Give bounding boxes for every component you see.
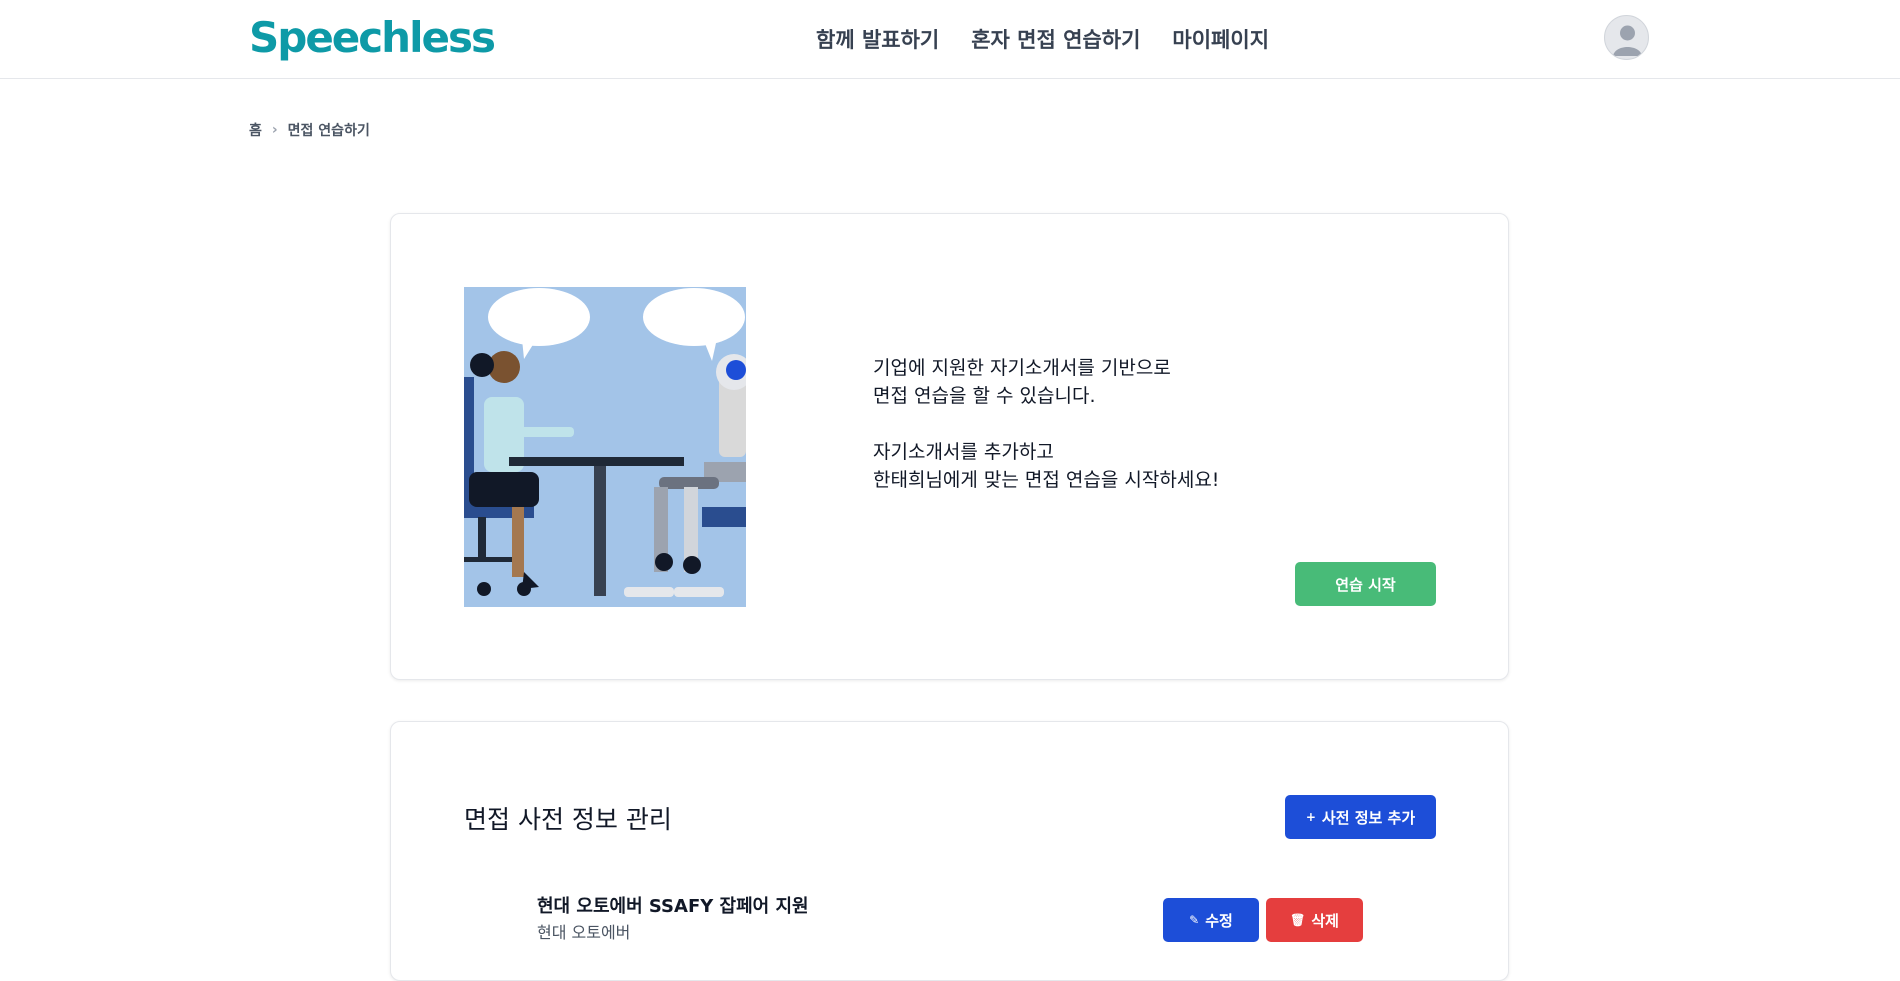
chevron-right-icon: › (271, 122, 278, 138)
nav-interview-practice[interactable]: 혼자 면접 연습하기 (971, 24, 1140, 54)
breadcrumb-home[interactable]: 홈 (249, 120, 262, 140)
top-header: Speechless 함께 발표하기 혼자 면접 연습하기 마이페이지 (0, 0, 1900, 79)
info-item-company: 현대 오토에버 (537, 923, 631, 942)
intro-description: 기업에 지원한 자기소개서를 기반으로 면접 연습을 할 수 있습니다. 자기소… (873, 354, 1219, 522)
interview-illustration (464, 287, 746, 607)
add-info-button[interactable]: + 사전 정보 추가 (1285, 795, 1436, 839)
main-nav: 함께 발표하기 혼자 면접 연습하기 마이페이지 (816, 24, 1269, 54)
delete-button[interactable]: 🗑 삭제 (1266, 898, 1363, 942)
start-practice-button[interactable]: 연습 시작 (1295, 562, 1436, 606)
interview-info-card: 면접 사전 정보 관리 + 사전 정보 추가 현대 오토에버 SSAFY 잡페어… (390, 721, 1509, 981)
add-info-label: 사전 정보 추가 (1321, 808, 1416, 827)
nav-mypage[interactable]: 마이페이지 (1172, 24, 1269, 54)
plus-icon: + (1305, 810, 1316, 824)
breadcrumb-current: 면접 연습하기 (287, 123, 370, 139)
edit-label: 수정 (1205, 911, 1233, 930)
delete-label: 삭제 (1311, 911, 1339, 930)
breadcrumb: 홈 › 면접 연습하기 (249, 120, 370, 140)
section-title: 면접 사전 정보 관리 (464, 805, 672, 834)
intro-line-2: 면접 연습을 할 수 있습니다. (873, 385, 1096, 407)
intro-card: 기업에 지원한 자기소개서를 기반으로 면접 연습을 할 수 있습니다. 자기소… (390, 213, 1509, 680)
edit-button[interactable]: ✎ 수정 (1163, 898, 1259, 942)
pencil-icon: ✎ (1189, 913, 1200, 927)
info-item-title[interactable]: 현대 오토에버 SSAFY 잡페어 지원 (537, 892, 809, 918)
logo[interactable]: Speechless (249, 13, 496, 62)
intro-line-3: 자기소개서를 추가하고 (873, 441, 1054, 463)
avatar[interactable] (1604, 15, 1649, 60)
trash-icon: 🗑 (1290, 913, 1306, 927)
intro-line-1: 기업에 지원한 자기소개서를 기반으로 (873, 357, 1171, 379)
nav-present-together[interactable]: 함께 발표하기 (816, 24, 939, 54)
intro-line-4: 한태희님에게 맞는 면접 연습을 시작하세요! (873, 469, 1220, 491)
user-icon (1613, 25, 1642, 56)
